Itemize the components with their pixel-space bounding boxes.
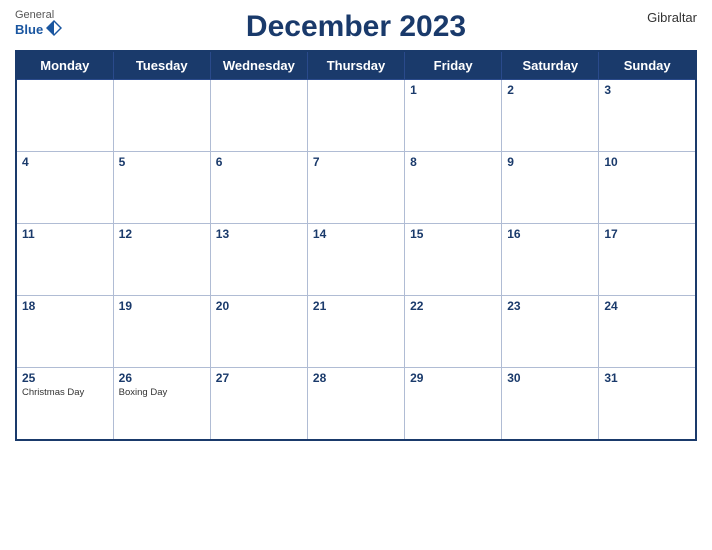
calendar-cell: 7 [307,152,404,224]
logo-area: General Blue [15,10,63,37]
calendar-cell: 20 [210,296,307,368]
calendar-cell: 25 Christmas Day [16,368,113,440]
calendar-cell: 5 [113,152,210,224]
calendar-cell: 14 [307,224,404,296]
calendar-container: General Blue December 2023 Gibraltar Mon… [0,0,712,550]
day-number: 3 [604,83,690,97]
calendar-cell: 15 [405,224,502,296]
calendar-cell: 16 [502,224,599,296]
weekday-header-thursday: Thursday [307,51,404,80]
day-number: 20 [216,299,302,313]
calendar-cell: 19 [113,296,210,368]
day-number: 9 [507,155,593,169]
day-number: 11 [22,227,108,241]
day-number: 28 [313,371,399,385]
day-number: 12 [119,227,205,241]
calendar-cell: 17 [599,224,696,296]
day-number: 31 [604,371,690,385]
day-number: 4 [22,155,108,169]
day-number: 24 [604,299,690,313]
calendar-cell [113,80,210,152]
calendar-cell: 1 [405,80,502,152]
calendar-header: General Blue December 2023 Gibraltar [15,10,697,44]
calendar-cell: 31 [599,368,696,440]
logo-blue: Blue [15,23,43,36]
calendar-cell: 30 [502,368,599,440]
calendar-cell: 2 [502,80,599,152]
week-row-5: 25 Christmas Day 26 Boxing Day 27 28 29 30 31 [16,368,696,440]
calendar-cell: 22 [405,296,502,368]
calendar-cell: 13 [210,224,307,296]
day-number: 10 [604,155,690,169]
day-number: 15 [410,227,496,241]
day-event: Christmas Day [22,387,108,398]
country-label: Gibraltar [647,10,697,25]
calendar-cell: 4 [16,152,113,224]
day-number: 1 [410,83,496,97]
week-row-4: 18 19 20 21 22 23 24 [16,296,696,368]
calendar-table: MondayTuesdayWednesdayThursdayFridaySatu… [15,50,697,441]
week-row-3: 11 12 13 14 15 16 17 [16,224,696,296]
calendar-cell: 10 [599,152,696,224]
weekday-header-row: MondayTuesdayWednesdayThursdayFridaySatu… [16,51,696,80]
day-number: 27 [216,371,302,385]
weekday-header-saturday: Saturday [502,51,599,80]
calendar-cell [307,80,404,152]
day-number: 26 [119,371,205,385]
calendar-cell: 9 [502,152,599,224]
calendar-cell [16,80,113,152]
day-number: 21 [313,299,399,313]
week-row-1: 123 [16,80,696,152]
calendar-cell: 21 [307,296,404,368]
day-number: 18 [22,299,108,313]
calendar-cell: 8 [405,152,502,224]
day-number: 23 [507,299,593,313]
day-number: 14 [313,227,399,241]
week-row-2: 456789 10 [16,152,696,224]
weekday-header-monday: Monday [16,51,113,80]
calendar-cell: 27 [210,368,307,440]
day-number: 29 [410,371,496,385]
day-number: 8 [410,155,496,169]
day-number: 7 [313,155,399,169]
day-number: 22 [410,299,496,313]
calendar-cell: 3 [599,80,696,152]
weekday-header-sunday: Sunday [599,51,696,80]
day-number: 16 [507,227,593,241]
weekday-header-wednesday: Wednesday [210,51,307,80]
calendar-cell: 29 [405,368,502,440]
calendar-cell: 18 [16,296,113,368]
calendar-cell: 26 Boxing Day [113,368,210,440]
weekday-header-tuesday: Tuesday [113,51,210,80]
day-number: 2 [507,83,593,97]
calendar-cell: 24 [599,296,696,368]
day-number: 25 [22,371,108,385]
calendar-cell: 11 [16,224,113,296]
calendar-cell: 12 [113,224,210,296]
logo-icon [45,19,63,37]
day-number: 6 [216,155,302,169]
weekday-header-friday: Friday [405,51,502,80]
calendar-cell: 23 [502,296,599,368]
calendar-cell: 28 [307,368,404,440]
day-event: Boxing Day [119,387,205,398]
day-number: 13 [216,227,302,241]
day-number: 5 [119,155,205,169]
calendar-title: December 2023 [246,10,466,44]
calendar-cell [210,80,307,152]
day-number: 19 [119,299,205,313]
day-number: 30 [507,371,593,385]
day-number: 17 [604,227,690,241]
calendar-cell: 6 [210,152,307,224]
